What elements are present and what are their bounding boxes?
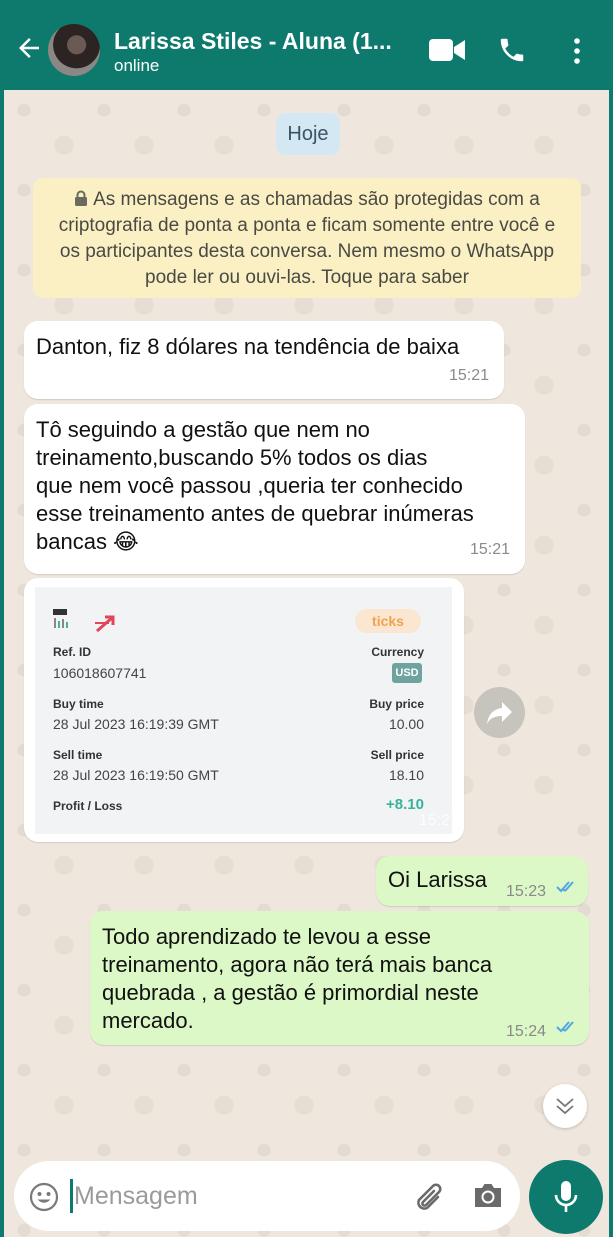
chevron-double-down-icon	[556, 1098, 574, 1115]
currency-label: Currency	[371, 645, 424, 659]
forward-button[interactable]	[474, 687, 525, 738]
buy-time-value: 28 Jul 2023 16:19:39 GMT	[53, 716, 219, 732]
mic-icon	[554, 1181, 578, 1212]
chat-header: Larissa Stiles - Aluna (1... online	[0, 0, 613, 90]
camera-icon[interactable]	[472, 1181, 504, 1209]
frame-edge-right	[609, 90, 613, 1237]
message-text: Danton, fiz 8 dólares na tendência de ba…	[36, 334, 460, 359]
ref-id-value: 106018607741	[53, 665, 147, 681]
avatar[interactable]	[48, 24, 100, 76]
buy-time-label: Buy time	[53, 697, 104, 711]
message-bubble-outgoing[interactable]: Oi Larissa 15:23	[376, 856, 588, 906]
attach-icon[interactable]	[414, 1181, 448, 1213]
message-text: Todo aprendizado te levou a esse treinam…	[102, 924, 493, 1033]
contact-name[interactable]: Larissa Stiles - Aluna (1...	[114, 28, 392, 55]
message-time: 15:21	[448, 367, 489, 384]
date-chip: Hoje	[276, 113, 340, 155]
sell-time-value: 28 Jul 2023 16:19:50 GMT	[53, 767, 219, 783]
trade-receipt-image[interactable]: ticks Ref. ID 106018607741 Currency USD …	[35, 587, 452, 834]
profit-loss-label: Profit / Loss	[53, 799, 123, 813]
message-time: 15:21	[469, 541, 510, 558]
message-text: Tô seguindo a gestão que nem no treiname…	[36, 417, 474, 554]
message-time: 15:23	[506, 883, 547, 900]
lock-icon	[75, 190, 88, 206]
message-time: 15:24	[506, 1023, 547, 1040]
message-composer	[14, 1161, 520, 1231]
message-text: Oi Larissa	[388, 867, 488, 892]
currency-badge: USD	[392, 663, 422, 683]
message-time: 15:2	[418, 812, 450, 829]
phone-icon[interactable]	[497, 35, 527, 65]
contact-status: online	[114, 56, 160, 75]
sell-time-label: Sell time	[53, 748, 103, 762]
message-bubble-incoming[interactable]: Tô seguindo a gestão que nem no treiname…	[24, 404, 525, 574]
message-input[interactable]	[74, 1175, 394, 1217]
ref-id-label: Ref. ID	[53, 645, 92, 659]
video-call-icon[interactable]	[428, 37, 466, 63]
voice-message-button[interactable]	[529, 1160, 603, 1234]
emoji-icon[interactable]	[29, 1182, 59, 1212]
encryption-notice[interactable]: As mensagens e as chamadas são protegida…	[33, 178, 581, 298]
sell-price-label: Sell price	[370, 748, 424, 762]
deriv-logo-icon	[53, 609, 115, 633]
text-caret	[70, 1179, 73, 1213]
message-bubble-incoming[interactable]: Danton, fiz 8 dólares na tendência de ba…	[24, 321, 504, 399]
image-message-bubble[interactable]: ticks Ref. ID 106018607741 Currency USD …	[24, 578, 464, 842]
message-bubble-outgoing[interactable]: Todo aprendizado te levou a esse treinam…	[90, 911, 589, 1045]
profit-loss-value: +8.10	[386, 796, 424, 813]
buy-price-value: 10.00	[388, 716, 424, 732]
sell-price-value: 18.10	[388, 767, 424, 783]
forward-icon	[487, 702, 512, 724]
scroll-to-bottom-button[interactable]	[543, 1084, 587, 1128]
ticks-badge: ticks	[355, 609, 421, 633]
encryption-notice-text: As mensagens e as chamadas são protegida…	[58, 189, 556, 288]
buy-price-label: Buy price	[369, 697, 424, 711]
more-vertical-icon[interactable]	[567, 36, 587, 66]
back-arrow-icon[interactable]	[14, 33, 44, 63]
read-receipt-icon	[556, 1021, 574, 1033]
read-receipt-icon	[556, 881, 574, 893]
